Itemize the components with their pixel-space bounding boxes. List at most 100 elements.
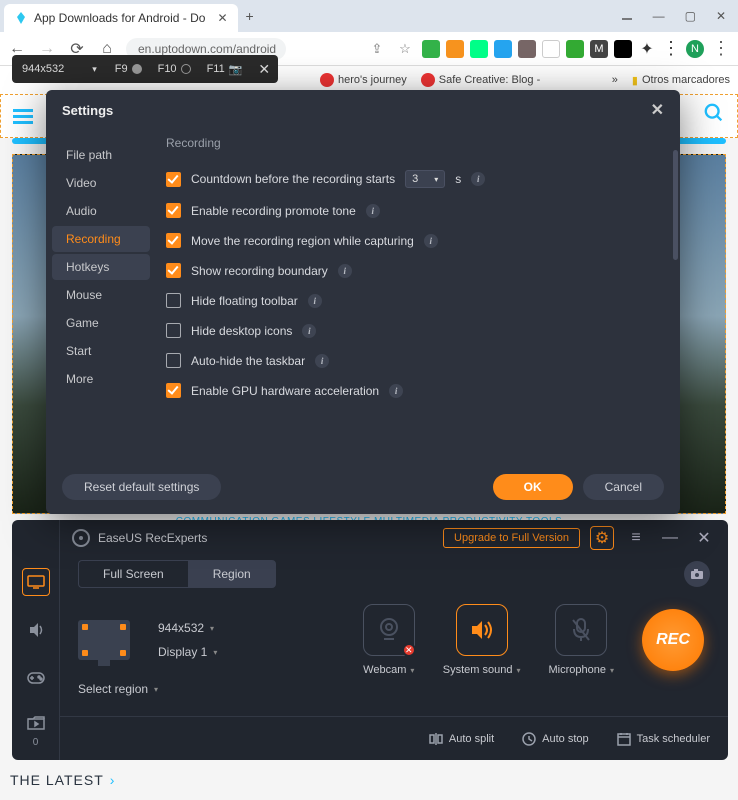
chevron-down-icon: ▾ xyxy=(434,175,438,184)
info-icon[interactable]: i xyxy=(424,234,438,248)
ext-icon-1[interactable] xyxy=(422,40,440,58)
menu-icon[interactable]: ⋮ xyxy=(710,38,732,59)
folder-icon[interactable] xyxy=(27,716,45,735)
window-minimize-icon[interactable]: — xyxy=(658,526,682,550)
menu-icon[interactable]: ≡ xyxy=(624,526,648,550)
chevron-down-icon: ▾ xyxy=(92,64,97,75)
ok-button[interactable]: OK xyxy=(493,474,573,500)
dialog-title: Settings xyxy=(62,103,113,118)
info-icon[interactable]: i xyxy=(315,354,329,368)
select-region-dropdown[interactable]: Select region▾ xyxy=(60,676,728,696)
hamburger-icon[interactable] xyxy=(13,106,33,127)
resolution-select[interactable]: 944x532▾ xyxy=(158,621,217,635)
bookmark-link-1[interactable]: hero's journey xyxy=(320,73,407,87)
auto-split-button[interactable]: Auto split xyxy=(429,732,494,746)
mode-game-icon[interactable] xyxy=(22,664,50,692)
ext-icon-4[interactable] xyxy=(494,40,512,58)
mode-audio-icon[interactable] xyxy=(22,616,50,644)
desktop-checkbox[interactable] xyxy=(166,323,181,338)
bookmark-label: hero's journey xyxy=(338,74,407,86)
devtool-f9[interactable]: F9 xyxy=(107,63,150,76)
mode-screen-icon[interactable] xyxy=(22,568,50,596)
search-icon[interactable] xyxy=(703,102,725,130)
extensions-icon[interactable]: ✦ xyxy=(638,40,656,58)
ext-icon-8[interactable]: M xyxy=(590,40,608,58)
webcam-dropdown[interactable]: Webcam▾ xyxy=(363,664,414,676)
tab-full-screen[interactable]: Full Screen xyxy=(78,560,188,588)
chevron-down-icon: ▾ xyxy=(610,666,614,675)
info-icon[interactable]: i xyxy=(338,264,352,278)
reset-button[interactable]: Reset default settings xyxy=(62,474,221,500)
scrollbar-thumb[interactable] xyxy=(673,150,678,260)
gpu-checkbox[interactable] xyxy=(166,383,181,398)
gear-icon[interactable]: ⚙ xyxy=(590,526,614,550)
browser-tab[interactable]: App Downloads for Android - Do ✕ xyxy=(4,4,238,32)
info-icon[interactable]: i xyxy=(471,172,485,186)
nav-mouse[interactable]: Mouse xyxy=(52,282,150,308)
profile-avatar[interactable]: N xyxy=(686,40,704,58)
window-close-icon[interactable]: ✕ xyxy=(692,526,716,550)
window-maximize-icon[interactable]: ▢ xyxy=(685,9,696,24)
ext-icon-9[interactable] xyxy=(614,40,632,58)
nav-recording[interactable]: Recording xyxy=(52,226,150,252)
app-title: EaseUS RecExperts xyxy=(72,529,207,547)
devtool-dimension[interactable]: 944x532▾ xyxy=(12,63,107,75)
auto-stop-button[interactable]: Auto stop xyxy=(522,732,588,746)
boundary-checkbox[interactable] xyxy=(166,263,181,278)
bookmark-other[interactable]: ▮Otros marcadores xyxy=(632,74,730,87)
tab-close-icon[interactable]: ✕ xyxy=(217,11,227,25)
upgrade-button[interactable]: Upgrade to Full Version xyxy=(443,528,580,548)
devtool-f10[interactable]: F10 xyxy=(150,63,199,76)
tab-region[interactable]: Region xyxy=(188,560,276,588)
cancel-button[interactable]: Cancel xyxy=(583,474,664,500)
screenshot-icon[interactable] xyxy=(684,561,710,587)
ext-icon-3[interactable] xyxy=(470,40,488,58)
ext-icon-2[interactable] xyxy=(446,40,464,58)
window-minimize2-icon[interactable]: — xyxy=(653,9,665,24)
camera-icon: 📷 xyxy=(229,63,243,76)
nav-game[interactable]: Game xyxy=(52,310,150,336)
nav-video[interactable]: Video xyxy=(52,170,150,196)
info-icon[interactable]: i xyxy=(366,204,380,218)
new-tab-button[interactable]: + xyxy=(246,8,254,24)
ext-icon-10[interactable]: ⋮ xyxy=(662,40,680,58)
share-icon[interactable]: ⇪ xyxy=(366,41,388,57)
bookmark-more[interactable]: » xyxy=(612,74,618,86)
devtool-f11[interactable]: F11📷 xyxy=(199,63,251,76)
nav-hotkeys[interactable]: Hotkeys xyxy=(52,254,150,280)
ext-icon-5[interactable] xyxy=(518,40,536,58)
microphone-source[interactable] xyxy=(555,604,607,656)
record-button[interactable]: REC xyxy=(642,609,704,671)
nav-audio[interactable]: Audio xyxy=(52,198,150,224)
window-minimize-icon[interactable] xyxy=(621,9,633,24)
favicon-icon xyxy=(14,11,28,25)
nav-file-path[interactable]: File path xyxy=(52,142,150,168)
system-sound-dropdown[interactable]: System sound▾ xyxy=(443,664,521,676)
info-icon[interactable]: i xyxy=(389,384,403,398)
nav-more[interactable]: More xyxy=(52,366,150,392)
ext-icon-7[interactable] xyxy=(566,40,584,58)
countdown-checkbox[interactable] xyxy=(166,172,181,187)
window-close-icon[interactable]: ✕ xyxy=(716,9,726,24)
task-scheduler-button[interactable]: Task scheduler xyxy=(617,732,710,746)
display-select[interactable]: Display 1▾ xyxy=(158,645,217,659)
devtool-close[interactable]: ✕ xyxy=(250,61,278,78)
floating-checkbox[interactable] xyxy=(166,293,181,308)
webcam-source[interactable]: ✕ xyxy=(363,604,415,656)
system-sound-source[interactable] xyxy=(456,604,508,656)
bookmark-label: Safe Creative: Blog - xyxy=(439,74,541,86)
record-dot-icon xyxy=(181,64,191,74)
info-icon[interactable]: i xyxy=(302,324,316,338)
nav-start[interactable]: Start xyxy=(52,338,150,364)
star-icon[interactable]: ☆ xyxy=(394,41,416,57)
countdown-select[interactable]: 3▾ xyxy=(405,170,445,188)
move-region-checkbox[interactable] xyxy=(166,233,181,248)
info-icon[interactable]: i xyxy=(308,294,322,308)
taskbar-checkbox[interactable] xyxy=(166,353,181,368)
clock-icon xyxy=(522,732,536,746)
close-icon[interactable]: ✕ xyxy=(651,100,664,120)
bookmark-link-2[interactable]: Safe Creative: Blog - xyxy=(421,73,541,87)
promote-checkbox[interactable] xyxy=(166,203,181,218)
microphone-dropdown[interactable]: Microphone▾ xyxy=(549,664,615,676)
ext-icon-6[interactable] xyxy=(542,40,560,58)
